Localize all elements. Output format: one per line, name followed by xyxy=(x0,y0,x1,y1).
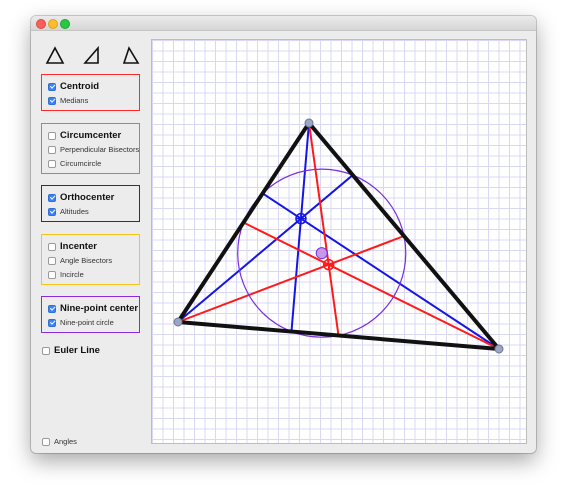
altitudes-checkbox[interactable]: Altitudes xyxy=(48,207,89,216)
circumcircle-checkbox-box[interactable] xyxy=(48,159,56,168)
nine-point-center-checkbox-box[interactable] xyxy=(48,304,56,313)
centroid-panel: Centroid Medians xyxy=(41,74,140,111)
circumcenter-panel: Circumcenter Perpendicular Bisectors Cir… xyxy=(41,123,140,174)
medians-checkbox-box[interactable] xyxy=(48,96,56,105)
centroid-checkbox[interactable]: Centroid xyxy=(48,81,99,92)
medians-label: Medians xyxy=(60,96,89,105)
circumcenter-checkbox-box[interactable] xyxy=(48,131,56,140)
nine-point-circle-label: Nine-point circle xyxy=(60,318,114,327)
zoom-window-button[interactable] xyxy=(60,19,70,29)
triangle-construction[interactable] xyxy=(152,40,528,445)
triangle[interactable] xyxy=(176,121,501,351)
perpendicular-bisectors-checkbox-box[interactable] xyxy=(48,145,56,154)
incircle-checkbox-box[interactable] xyxy=(48,270,56,279)
nine-point-center-label: Nine-point center xyxy=(60,303,139,314)
nine-point-panel: Nine-point center Nine-point circle xyxy=(41,296,140,333)
orthocenter-label: Orthocenter xyxy=(60,192,115,203)
angles-checkbox-box[interactable] xyxy=(42,437,50,446)
median-from-b xyxy=(177,235,405,323)
right-triangle-icon xyxy=(83,45,99,64)
vertex-a-handle[interactable] xyxy=(304,118,314,128)
circumcircle-label: Circumcircle xyxy=(60,159,102,168)
close-window-button[interactable] xyxy=(36,19,46,29)
title-bar xyxy=(31,16,536,31)
incenter-checkbox[interactable]: Incenter xyxy=(48,241,97,252)
circumcenter-label: Circumcenter xyxy=(60,130,122,141)
euler-line-label: Euler Line xyxy=(54,345,100,356)
altitudes-checkbox-box[interactable] xyxy=(48,207,56,216)
incenter-panel: Incenter Angle Bisectors Incircle xyxy=(41,234,140,285)
angles-label: Angles xyxy=(54,437,77,446)
vertex-c-handle[interactable] xyxy=(494,344,504,354)
centroid-label: Centroid xyxy=(60,81,100,92)
vertex-handles[interactable] xyxy=(173,118,504,354)
incircle-label: Incircle xyxy=(60,270,84,279)
isosceles-triangle-icon xyxy=(122,46,140,64)
right-triangle-button[interactable] xyxy=(81,44,103,66)
centroid-checkbox-box[interactable] xyxy=(48,82,56,91)
circumcircle-checkbox[interactable]: Circumcircle xyxy=(48,159,101,168)
euler-line-checkbox[interactable]: Euler Line xyxy=(42,345,100,356)
minimize-window-button[interactable] xyxy=(48,19,58,29)
angles-checkbox[interactable]: Angles xyxy=(42,437,77,446)
perpendicular-bisectors-checkbox[interactable]: Perpendicular Bisectors xyxy=(48,145,139,154)
orthocenter-marker xyxy=(295,212,307,225)
incenter-checkbox-box[interactable] xyxy=(48,242,56,251)
angle-bisectors-checkbox-box[interactable] xyxy=(48,256,56,265)
incircle-checkbox[interactable]: Incircle xyxy=(48,270,84,279)
centroid-marker xyxy=(322,258,335,271)
circumcenter-checkbox[interactable]: Circumcenter xyxy=(48,130,121,141)
angle-bisectors-checkbox[interactable]: Angle Bisectors xyxy=(48,256,112,265)
orthocenter-checkbox-box[interactable] xyxy=(48,193,56,202)
perpendicular-bisectors-label: Perpendicular Bisectors xyxy=(60,145,140,154)
equilateral-triangle-icon xyxy=(45,46,65,64)
isosceles-triangle-button[interactable] xyxy=(120,44,142,66)
incenter-label: Incenter xyxy=(60,241,97,252)
equilateral-triangle-button[interactable] xyxy=(44,44,66,66)
orthocenter-checkbox[interactable]: Orthocenter xyxy=(48,192,114,203)
altitude-from-a xyxy=(290,122,310,332)
nine-point-circle-checkbox-box[interactable] xyxy=(48,318,56,327)
vertex-b-handle[interactable] xyxy=(173,317,183,327)
euler-line-checkbox-box[interactable] xyxy=(42,346,50,355)
orthocenter-panel: Orthocenter Altitudes xyxy=(41,185,140,222)
nine-point-center-marker xyxy=(315,247,328,260)
nine-point-center-checkbox[interactable]: Nine-point center xyxy=(48,303,138,314)
app-window: Centroid Medians Circumcenter Perpendicu… xyxy=(31,16,536,453)
medians-checkbox[interactable]: Medians xyxy=(48,96,88,105)
nine-point-circle-checkbox[interactable]: Nine-point circle xyxy=(48,318,114,327)
altitude-from-c xyxy=(262,192,500,350)
drawing-canvas[interactable] xyxy=(151,39,527,444)
altitudes-label: Altitudes xyxy=(60,207,89,216)
angle-bisectors-label: Angle Bisectors xyxy=(60,256,113,265)
